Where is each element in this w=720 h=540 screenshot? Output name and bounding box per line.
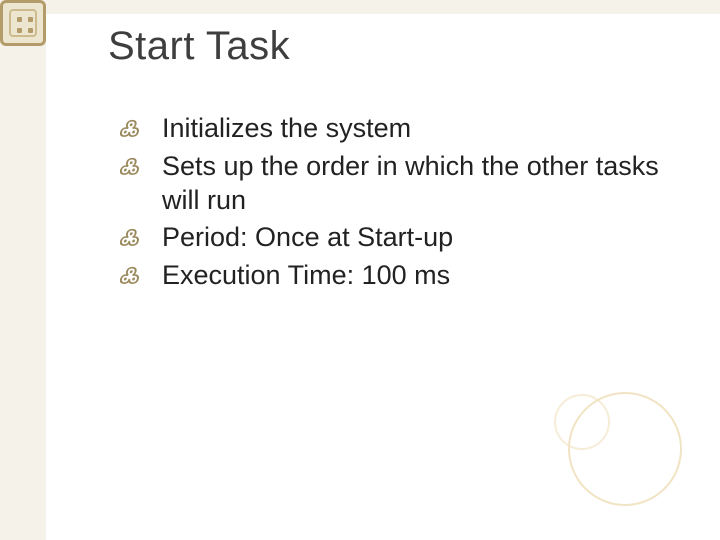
bullet-glyph-icon: ߷ <box>140 262 162 290</box>
bullet-glyph-icon: ߷ <box>140 153 162 181</box>
background-circle-icon <box>568 392 682 506</box>
corner-ornament-icon <box>0 0 46 46</box>
slide: Start Task ߷Initializes the system ߷Sets… <box>0 0 720 540</box>
list-item: ߷Period: Once at Start-up <box>140 221 660 255</box>
bullet-text: Initializes the system <box>162 113 411 143</box>
list-item: ߷Sets up the order in which the other ta… <box>140 150 660 218</box>
bullet-glyph-icon: ߷ <box>140 115 162 143</box>
bullet-list: ߷Initializes the system ߷Sets up the ord… <box>140 112 660 297</box>
list-item: ߷Execution Time: 100 ms <box>140 259 660 293</box>
top-decoration-band <box>0 0 720 14</box>
list-item: ߷Initializes the system <box>140 112 660 146</box>
bullet-text: Period: Once at Start-up <box>162 222 453 252</box>
slide-title: Start Task <box>108 24 290 69</box>
bullet-glyph-icon: ߷ <box>140 224 162 252</box>
bullet-text: Execution Time: 100 ms <box>162 260 450 290</box>
bullet-text: Sets up the order in which the other tas… <box>162 151 659 215</box>
left-decoration-band <box>0 0 46 540</box>
